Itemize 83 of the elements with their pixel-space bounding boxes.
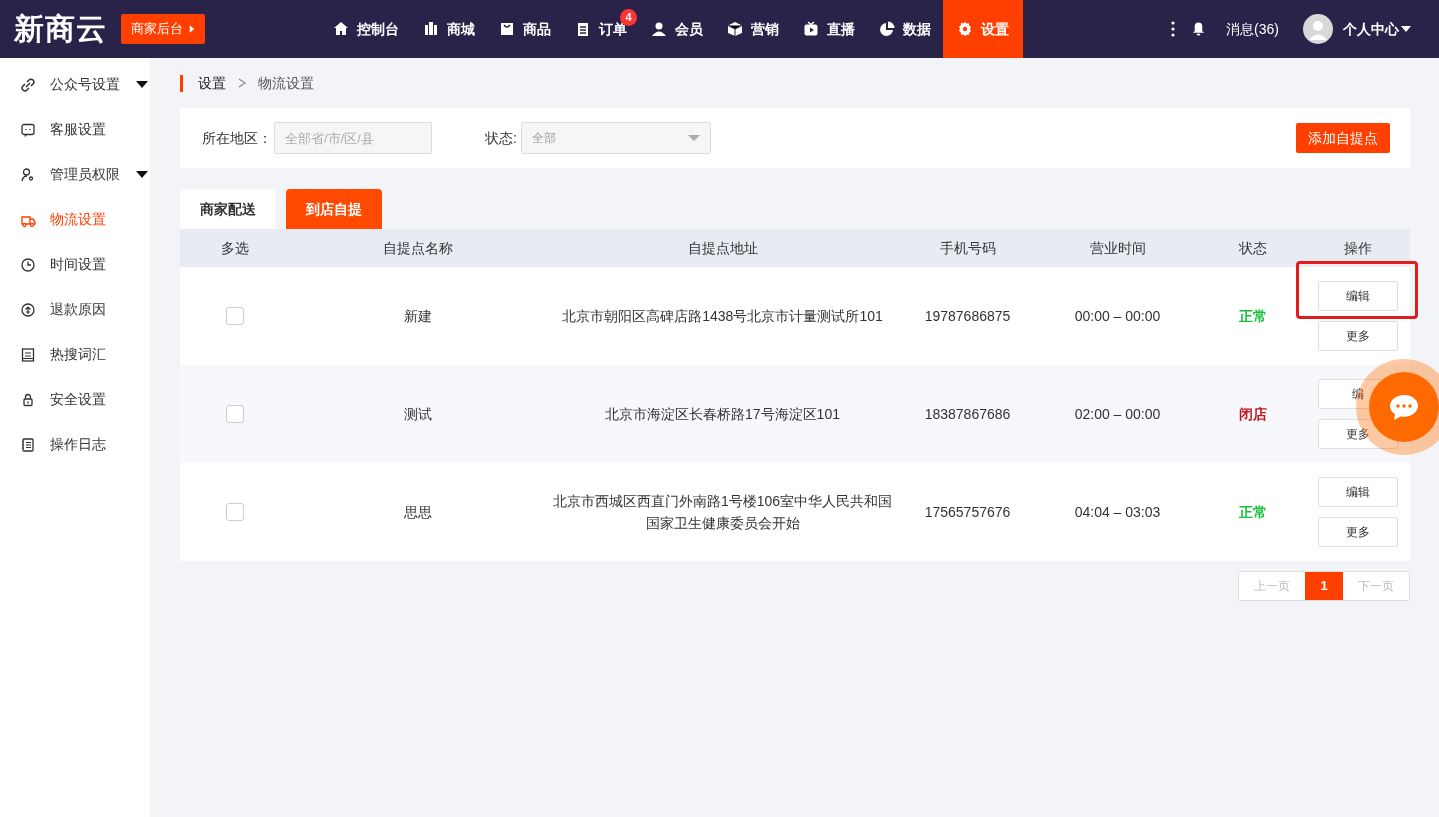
caret-icon xyxy=(189,24,195,34)
table-cell-text: 北京市海淀区长春桥路17号海淀区101 xyxy=(604,405,841,424)
status-text: 闭店 xyxy=(1237,404,1268,424)
lock-icon xyxy=(20,391,36,408)
messages-link[interactable]: 消息(36) xyxy=(1226,18,1279,40)
logo: 新商云 xyxy=(14,14,107,44)
sidebar-item[interactable]: 物流设置 xyxy=(0,197,150,242)
nav-tab[interactable]: 商品 xyxy=(487,0,563,58)
column-header: 营业时间 xyxy=(1088,238,1147,258)
home-icon xyxy=(333,21,349,37)
more-icon xyxy=(1171,21,1176,37)
backend-button[interactable]: 商家后台 xyxy=(121,14,205,44)
table-cell-text: 02:00 – 00:00 xyxy=(1073,404,1162,424)
clipboard-icon xyxy=(575,21,591,37)
status-text: 正常 xyxy=(1237,306,1268,326)
breadcrumb-item: 物流设置 xyxy=(258,73,314,93)
user-menu[interactable]: 个人中心 xyxy=(1343,18,1411,40)
bag-icon xyxy=(499,21,515,37)
sidebar-item[interactable]: 操作日志 xyxy=(0,422,150,467)
coin-icon xyxy=(20,301,36,318)
table-cell-text: 测试 xyxy=(402,404,433,424)
table-cell-text: 17565757676 xyxy=(923,502,1012,522)
avatar-icon xyxy=(1303,14,1333,44)
column-header: 自提点地址 xyxy=(686,238,759,258)
checkbox[interactable] xyxy=(226,307,244,325)
buildings-icon xyxy=(423,21,439,37)
column-header: 自提点名称 xyxy=(381,238,454,258)
breadcrumb-item[interactable]: 设置 xyxy=(198,72,226,94)
column-header: 状态 xyxy=(1237,238,1268,258)
table-cell-text: 新建 xyxy=(402,306,433,326)
add-pickup-button[interactable]: 添加自提点 xyxy=(1296,123,1390,153)
sidebar-item[interactable]: 热搜词汇 xyxy=(0,332,150,377)
sidebar-item[interactable]: 客服设置 xyxy=(0,107,150,152)
column-header: 手机号码 xyxy=(938,238,997,258)
table-cell-text: 00:00 – 00:00 xyxy=(1073,306,1162,326)
chat-icon xyxy=(20,121,36,138)
checkbox[interactable] xyxy=(226,405,244,423)
gear-icon xyxy=(957,21,973,37)
table-cell-text: 思思 xyxy=(402,502,433,522)
table-cell-text: 北京市西城区西直门外南路1号楼106室中华人民共和国国家卫生健康委员会开始 xyxy=(551,492,894,533)
sidebar-item[interactable]: 公众号设置 xyxy=(0,62,150,107)
nav-tab[interactable]: 数据 xyxy=(867,0,943,58)
nav-tab[interactable]: 设置 xyxy=(943,0,1023,58)
person-icon xyxy=(651,21,667,37)
column-header: 操作 xyxy=(1342,238,1373,258)
nav-tab[interactable]: 营销 xyxy=(715,0,791,58)
sidebar-item[interactable]: 管理员权限 xyxy=(0,152,150,197)
sidebar-item[interactable]: 安全设置 xyxy=(0,377,150,422)
bell-icon xyxy=(1191,21,1207,37)
status-text: 正常 xyxy=(1237,502,1268,522)
caret-icon xyxy=(1401,26,1411,32)
table-cell-text: 19787686875 xyxy=(923,306,1012,326)
sidebar-item[interactable]: 退款原因 xyxy=(0,287,150,332)
nav-tab[interactable]: 控制台 xyxy=(321,0,411,58)
tab[interactable]: 商家配送 xyxy=(180,189,276,229)
region-field[interactable]: 全部省/市/区/县 xyxy=(274,122,432,154)
link-icon xyxy=(20,76,36,93)
page-button[interactable]: 1 xyxy=(1305,572,1343,600)
table-cell-text: 04:04 – 03:03 xyxy=(1073,502,1162,522)
clock-icon xyxy=(20,256,36,273)
more-button[interactable]: 更多 xyxy=(1317,321,1398,351)
box-icon xyxy=(727,21,743,37)
sidebar-item[interactable]: 时间设置 xyxy=(0,242,150,287)
chevron-icon xyxy=(238,78,246,88)
status-label: 状态: xyxy=(485,128,517,148)
edit-button[interactable]: 编辑 xyxy=(1317,477,1398,507)
nav-tab[interactable]: 直播 xyxy=(791,0,867,58)
table-cell-text: 18387867686 xyxy=(923,404,1012,424)
nav-tab[interactable]: 会员 xyxy=(639,0,715,58)
table-cell-text: 北京市朝阳区高碑店路1438号北京市计量测试所101 xyxy=(561,307,884,326)
person-key-icon xyxy=(20,166,36,183)
caret-icon xyxy=(687,135,700,141)
nav-tab[interactable]: 商城 xyxy=(411,0,487,58)
column-header: 多选 xyxy=(220,238,250,258)
region-label: 所在地区： xyxy=(202,128,272,148)
edit-button[interactable]: 编辑 xyxy=(1317,281,1398,311)
video-icon xyxy=(803,21,819,37)
notebook-icon xyxy=(20,436,36,453)
chat-bubble-icon xyxy=(1388,392,1420,422)
checkbox[interactable] xyxy=(226,503,244,521)
pie-chart-icon xyxy=(879,21,895,37)
more-button[interactable]: 更多 xyxy=(1317,517,1398,547)
list-icon xyxy=(20,346,36,363)
